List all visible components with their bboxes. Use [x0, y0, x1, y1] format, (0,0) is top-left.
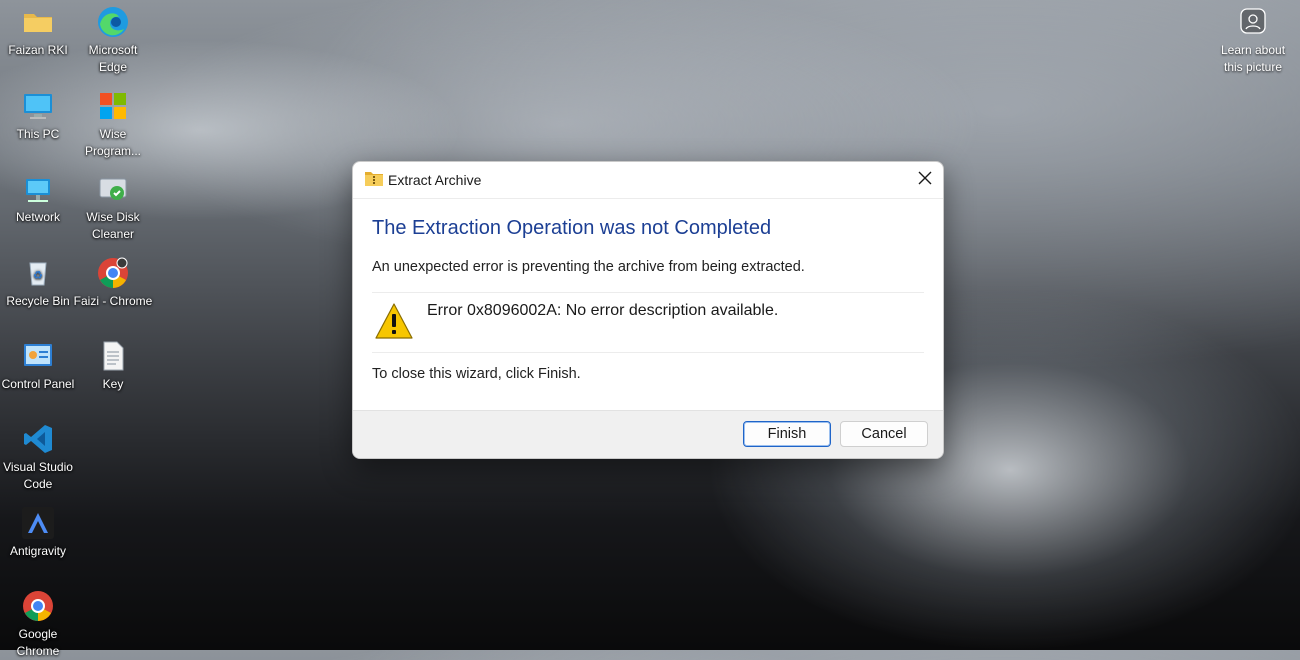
desktop-icon-wise-program[interactable]: Wise Program... — [73, 90, 153, 160]
chrome-icon — [22, 590, 54, 622]
close-button[interactable] — [907, 162, 943, 198]
disk-cleaner-icon — [97, 173, 129, 205]
edge-icon — [97, 6, 129, 38]
camera-icon — [1240, 8, 1266, 34]
desktop-icon-key[interactable]: Key — [73, 340, 153, 393]
control-panel-icon — [22, 340, 54, 372]
desktop-icon-label: Control Panel — [1, 377, 75, 391]
desktop-icon-label: Wise Disk Cleaner — [86, 210, 140, 241]
warning-icon — [374, 302, 414, 340]
cancel-button[interactable]: Cancel — [840, 421, 928, 447]
desktop-icon-faizan-rki[interactable]: Faizan RKI — [0, 6, 78, 59]
desktop-icon-visual-studio-code[interactable]: Visual Studio Code — [0, 423, 78, 493]
divider — [372, 352, 924, 353]
desktop-icon-label: This PC — [16, 127, 60, 141]
zip-folder-icon — [365, 171, 383, 186]
finish-button[interactable]: Finish — [743, 421, 831, 447]
divider — [372, 292, 924, 293]
desktop-icon-label: Visual Studio Code — [3, 460, 73, 491]
desktop-icon-recycle-bin[interactable]: ♻ Recycle Bin — [0, 257, 78, 310]
desktop-icon-faizi-chrome[interactable]: Faizi - Chrome — [73, 257, 153, 310]
learn-about-label: Learn about this picture — [1220, 43, 1286, 74]
titlebar-divider — [353, 198, 943, 199]
error-message: Error 0x8096002A: No error description a… — [427, 302, 779, 319]
desktop-icon-label: Faizi - Chrome — [73, 294, 153, 308]
close-hint: To close this wizard, click Finish. — [372, 366, 581, 382]
desktop-icon-label: Antigravity — [9, 544, 67, 558]
dialog-heading: The Extraction Operation was not Complet… — [372, 217, 772, 239]
desktop-icon-antigravity[interactable]: Antigravity — [0, 507, 78, 560]
desktop-icon-wise-disk-cleaner[interactable]: Wise Disk Cleaner — [73, 173, 153, 243]
learn-about-picture[interactable]: Learn about this picture — [1212, 6, 1294, 76]
dialog-title: Extract Archive — [388, 172, 482, 188]
desktop-icon-control-panel[interactable]: Control Panel — [0, 340, 78, 393]
svg-text:♻: ♻ — [33, 269, 43, 282]
desktop-icon-label: Key — [102, 377, 124, 391]
desktop-icon-label: Recycle Bin — [6, 294, 70, 308]
desktop-icon-this-pc[interactable]: This PC — [0, 90, 78, 143]
recycle-bin-icon: ♻ — [22, 257, 54, 289]
vscode-icon — [22, 423, 54, 455]
text-file-icon — [97, 340, 129, 372]
dialog-footer: Finish Cancel — [353, 410, 943, 458]
desktop-icon-label: Microsoft Edge — [88, 43, 138, 74]
close-icon — [918, 171, 932, 190]
network-icon — [22, 173, 54, 205]
desktop-icon-label: Wise Program... — [84, 127, 141, 158]
chrome-icon — [97, 257, 129, 289]
folder-icon — [22, 6, 54, 38]
dialog-subtitle: An unexpected error is preventing the ar… — [372, 259, 805, 275]
computer-icon — [22, 90, 54, 122]
antigravity-icon — [22, 507, 54, 539]
desktop-icon-microsoft-edge[interactable]: Microsoft Edge — [73, 6, 153, 76]
desktop-icon-network[interactable]: Network — [0, 173, 78, 226]
desktop-icon-label: Faizan RKI — [8, 43, 68, 57]
desktop-icon-label: Google Chrome — [16, 627, 60, 658]
extract-archive-dialog: Extract Archive The Extraction Operation… — [352, 161, 944, 459]
wise-program-icon — [97, 90, 129, 122]
desktop-icon-label: Network — [15, 210, 60, 224]
dialog-titlebar[interactable]: Extract Archive — [353, 162, 943, 198]
